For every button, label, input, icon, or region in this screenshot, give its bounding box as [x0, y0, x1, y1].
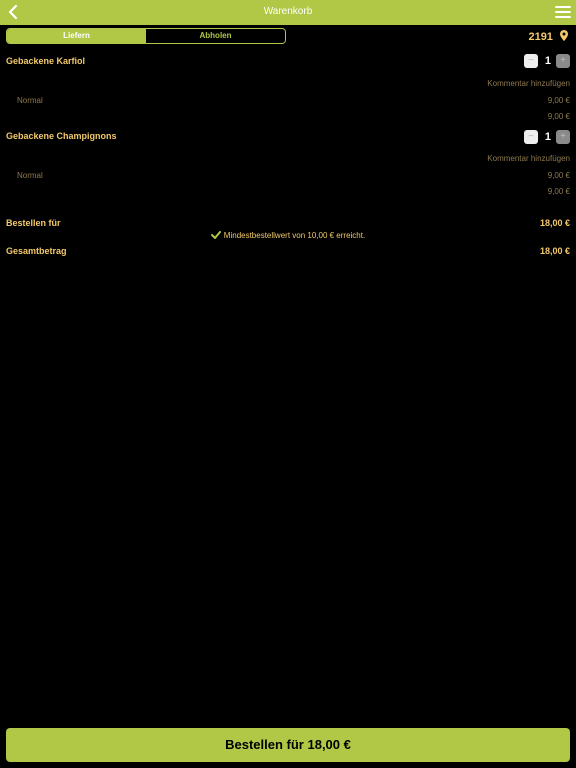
quantity-value: 1 — [544, 131, 551, 143]
minus-icon: − — [528, 131, 534, 142]
variant-price: 9,00 € — [547, 96, 570, 105]
decrease-quantity-button[interactable]: − — [524, 54, 538, 68]
location-pin-icon — [560, 30, 568, 41]
quantity-stepper: − 1 + — [524, 54, 570, 68]
total-value: 18,00 € — [539, 246, 570, 256]
line-total: 9,00 € — [547, 187, 570, 196]
top-bar: Warenkorb — [0, 0, 576, 25]
cart-item-name: Gebackene Champignons — [6, 131, 117, 141]
plus-icon: + — [560, 131, 566, 142]
quantity-stepper: − 1 + — [524, 130, 570, 144]
line-total: 9,00 € — [547, 112, 570, 121]
plus-icon: + — [560, 55, 566, 66]
delivery-mode-switch: Liefern Abholen — [6, 28, 286, 44]
add-comment-link[interactable]: Kommentar hinzufügen — [487, 79, 570, 88]
tab-abholen[interactable]: Abholen — [146, 29, 285, 43]
item-variant: Normal — [17, 96, 43, 105]
postcode-selector[interactable]: 2191 — [528, 30, 568, 43]
min-order-notice: Mindestbestellwert von 10,00 € erreicht. — [0, 231, 576, 240]
decrease-quantity-button[interactable]: − — [524, 130, 538, 144]
increase-quantity-button[interactable]: + — [556, 54, 570, 68]
minus-icon: − — [528, 55, 534, 66]
add-comment-link[interactable]: Kommentar hinzufügen — [487, 154, 570, 163]
postcode-value: 2191 — [528, 31, 553, 43]
min-order-text: Mindestbestellwert von 10,00 € erreicht. — [223, 231, 366, 240]
check-icon — [210, 231, 221, 239]
item-variant: Normal — [17, 171, 43, 180]
order-for-label: Bestellen für — [6, 218, 61, 228]
page-title: Warenkorb — [263, 6, 313, 17]
increase-quantity-button[interactable]: + — [556, 130, 570, 144]
cart-item-name: Gebackene Karfiol — [6, 56, 86, 66]
total-label: Gesamtbetrag — [6, 246, 67, 256]
quantity-value: 1 — [544, 55, 551, 67]
tab-liefern[interactable]: Liefern — [7, 29, 146, 43]
order-button[interactable]: Bestellen für 18,00 € — [6, 728, 570, 762]
menu-icon[interactable] — [555, 6, 571, 19]
order-for-value: 18,00 € — [539, 218, 570, 228]
variant-price: 9,00 € — [547, 171, 570, 180]
